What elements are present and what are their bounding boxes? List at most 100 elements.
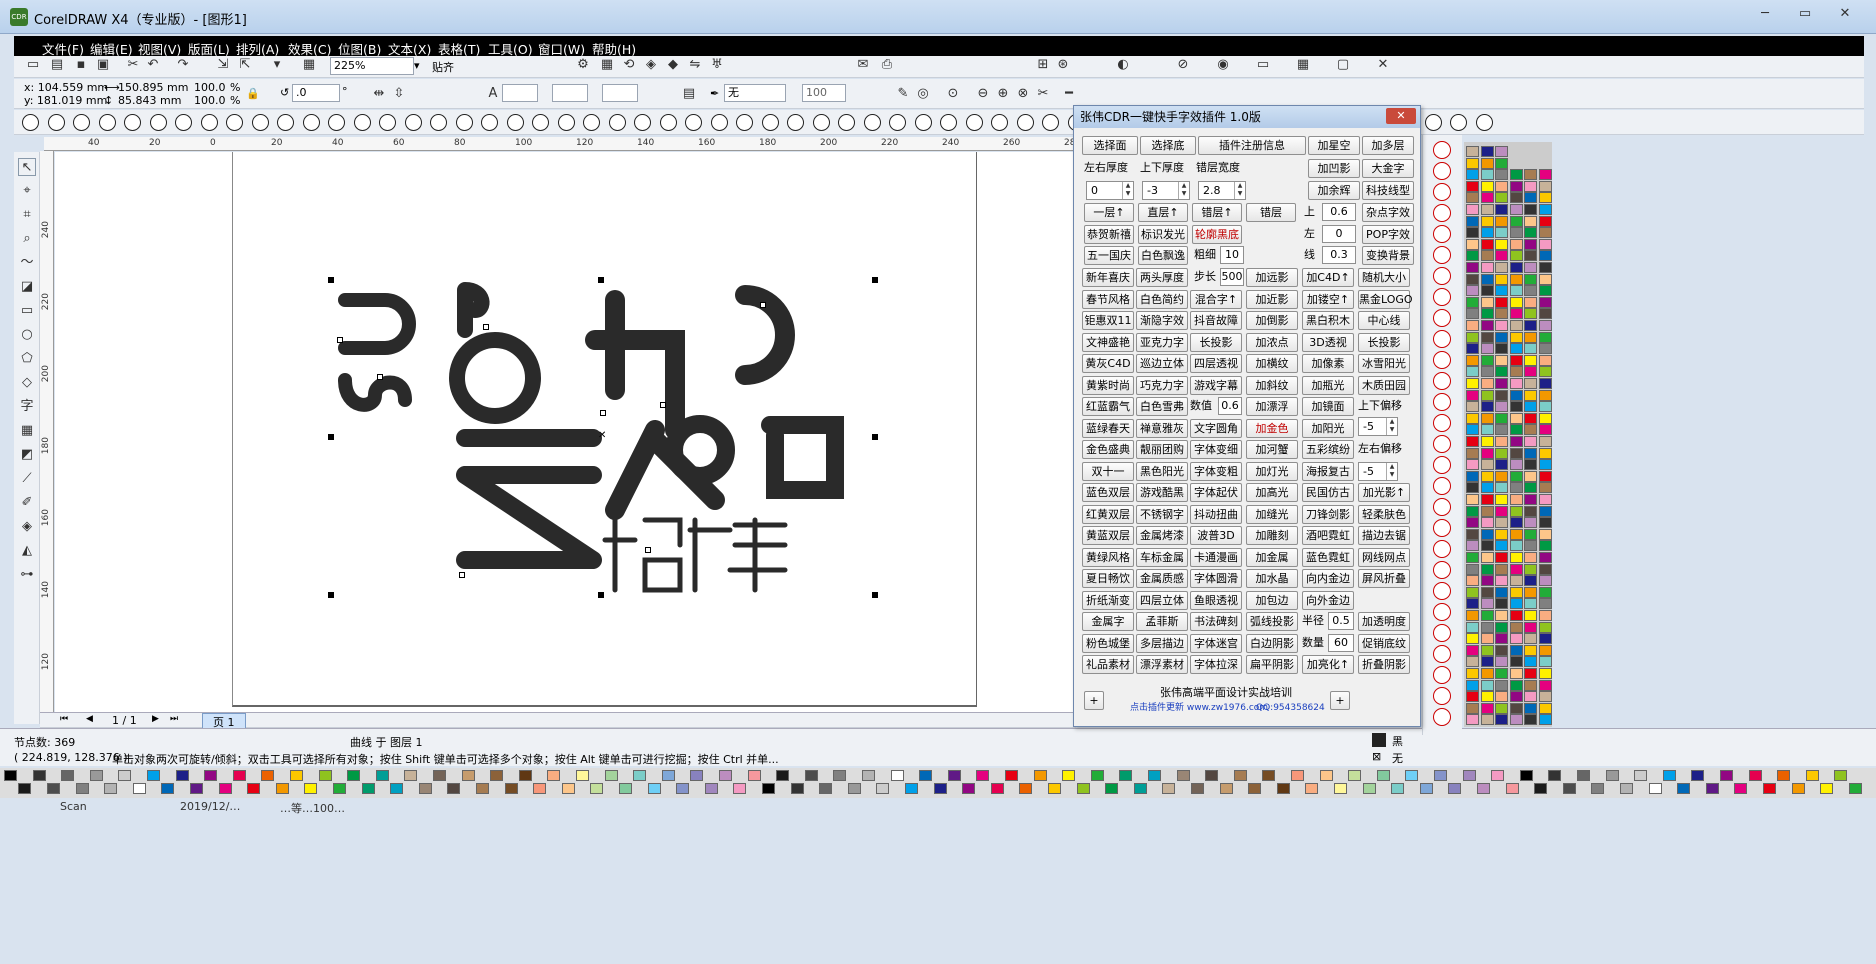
palette-swatch[interactable] [1495,146,1508,157]
effect-button[interactable]: 游戏字幕 [1190,375,1242,395]
effect-button[interactable]: 夏日畅饮 [1082,569,1134,588]
palette-swatch[interactable] [1480,714,1494,726]
effect-button[interactable]: 抖动扭曲 [1190,504,1242,524]
cut-icon[interactable]: ✂ [124,56,142,74]
palette-swatch[interactable] [1524,621,1537,633]
palette-swatch[interactable] [1538,180,1552,192]
palette-swatch[interactable] [1466,540,1479,552]
blend-tool-icon[interactable]: ⊞ [1034,56,1052,74]
docker-icon[interactable] [1433,225,1451,243]
effect-button[interactable]: 黄紫时尚 [1082,375,1134,395]
next-page-icon[interactable]: ▶ [152,714,159,724]
palette-swatch[interactable] [1538,505,1552,517]
palette-swatch[interactable] [1466,389,1479,401]
effect-button[interactable]: 加远影 [1246,268,1298,287]
fill-tool-icon[interactable]: ◈ [18,518,36,536]
docker-icon[interactable] [1433,624,1451,642]
palette-swatch[interactable] [719,770,732,781]
docker-icon[interactable] [1433,351,1451,369]
effect-button[interactable]: 加河蟹 [1246,440,1298,459]
palette-swatch[interactable] [1509,343,1523,355]
plus-node-icon[interactable]: ⊕ [994,85,1012,103]
palette-swatch[interactable] [204,770,218,781]
palette-swatch[interactable] [1538,378,1552,389]
palette-swatch[interactable] [1466,250,1479,262]
minimize-button[interactable]: ─ [1750,4,1780,24]
palette-swatch[interactable] [1524,679,1537,691]
palette-swatch[interactable] [1480,470,1494,482]
palette-swatch[interactable] [1391,783,1405,794]
palette-swatch[interactable] [990,783,1004,794]
effect-button[interactable]: 波普3D [1190,526,1242,545]
palette-swatch[interactable] [1509,447,1523,459]
palette-swatch[interactable] [1480,505,1494,517]
palette-swatch[interactable] [1495,424,1508,436]
rectangle-tool-icon[interactable]: ▭ [18,302,36,320]
palette-swatch[interactable] [1466,621,1479,633]
palette-swatch[interactable] [761,783,775,794]
effect-preset-icon[interactable] [226,114,243,131]
palette-swatch[interactable] [1466,412,1479,424]
effect-button[interactable]: 酒吧霓虹 [1302,526,1354,545]
palette-swatch[interactable] [1495,285,1508,297]
palette-swatch[interactable] [1509,192,1523,204]
effect-button[interactable]: 加瓶光 [1302,375,1354,395]
palette-swatch[interactable] [1538,192,1552,204]
palette-swatch[interactable] [1495,586,1508,598]
palette-swatch[interactable] [1648,783,1662,794]
frame-icon[interactable]: ▢ [1334,56,1352,74]
palette-swatch[interactable] [1480,679,1494,691]
palette-swatch[interactable] [1466,679,1479,691]
import-icon[interactable]: ⇲ [214,56,232,74]
palette-swatch[interactable] [1538,540,1552,552]
palette-swatch[interactable] [132,783,146,794]
palette-swatch[interactable] [1466,296,1479,308]
effect-preset-icon[interactable] [22,114,39,131]
palette-swatch[interactable] [1480,552,1494,563]
palette-swatch[interactable] [1495,482,1508,494]
palette-swatch[interactable] [1466,575,1479,587]
selection-handle[interactable] [872,592,878,598]
add-afterglow-button[interactable]: 加余辉 [1308,181,1360,200]
docker-icon[interactable] [1433,372,1451,390]
text-wrap-icon[interactable]: A [484,85,502,103]
palette-swatch[interactable] [1480,262,1494,273]
palette-swatch[interactable] [1466,262,1479,273]
palette-swatch[interactable] [1480,331,1494,343]
crop-tool-icon[interactable]: ⌗ [18,206,36,224]
effect-preset-icon[interactable] [277,114,294,131]
palette-swatch[interactable] [1466,146,1479,157]
palette-swatch[interactable] [1466,169,1479,181]
effect-button[interactable]: 长投影 [1358,332,1410,352]
palette-swatch[interactable] [1466,424,1479,436]
palette-swatch[interactable] [1466,227,1479,239]
palette-swatch[interactable] [1605,770,1619,781]
palette-swatch[interactable] [1076,783,1090,794]
palette-swatch[interactable] [1634,770,1648,781]
palette-swatch[interactable] [1233,770,1247,781]
plugin-close-button[interactable]: ✕ [1386,108,1416,124]
palette-swatch[interactable] [1495,436,1508,447]
palette-swatch[interactable] [1538,494,1552,505]
outline-black-bg-button[interactable]: 轮廓黑底 [1192,225,1242,244]
palette-swatch[interactable] [1495,447,1508,459]
palette-swatch[interactable] [804,770,818,781]
stagger-width-spinner[interactable]: 2.8 ▲ ▼ [1198,181,1246,200]
effect-preset-icon[interactable] [1042,114,1059,131]
curve-node[interactable] [377,374,383,380]
palette-swatch[interactable] [1524,668,1537,679]
palette-swatch[interactable] [1524,494,1537,505]
palette-swatch[interactable] [1062,770,1076,781]
effect-button[interactable]: 红黄双层 [1082,504,1134,524]
eye-icon[interactable]: ◉ [1214,56,1232,74]
palette-swatch[interactable] [1148,770,1161,781]
zoom-tool-icon[interactable]: ⌕ [18,230,36,248]
palette-swatch[interactable] [1538,401,1552,413]
palette-swatch[interactable] [375,770,389,781]
palette-swatch[interactable] [1495,331,1508,343]
palette-swatch[interactable] [1133,783,1147,794]
effect-button[interactable]: 加包边 [1246,590,1298,610]
palette-swatch[interactable] [890,770,904,781]
contour-icon[interactable]: ⊛ [1054,56,1072,74]
palette-swatch[interactable] [218,783,232,794]
